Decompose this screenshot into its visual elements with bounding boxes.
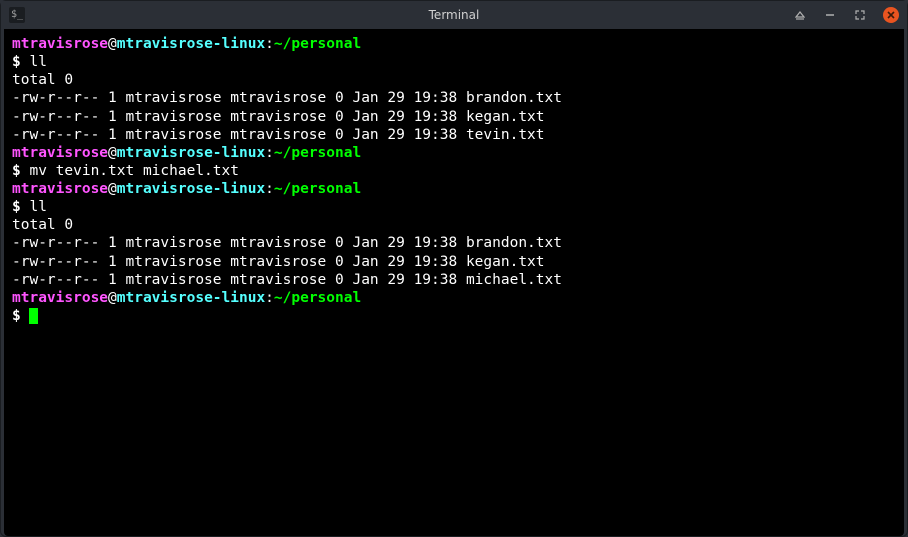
terminal-line: -rw-r--r-- 1 mtravisrose mtravisrose 0 J… (12, 89, 896, 107)
terminal-line: $ mv tevin.txt michael.txt (12, 162, 896, 180)
window-title: Terminal (429, 8, 480, 22)
terminal-line: -rw-r--r-- 1 mtravisrose mtravisrose 0 J… (12, 271, 896, 289)
prompt-at: @ (108, 36, 117, 52)
terminal-line: $ ll (12, 198, 896, 216)
prompt-user: mtravisrose (12, 181, 108, 197)
prompt-host: mtravisrose-linux (117, 290, 265, 306)
prompt-symbol: $ (12, 54, 21, 70)
prompt-colon: : (265, 181, 274, 197)
terminal-line: mtravisrose@mtravisrose-linux:~/personal (12, 289, 896, 307)
close-icon[interactable] (883, 7, 899, 23)
terminal-line: mtravisrose@mtravisrose-linux:~/personal (12, 35, 896, 53)
prompt-colon: : (265, 36, 274, 52)
prompt-host: mtravisrose-linux (117, 181, 265, 197)
prompt-at: @ (108, 145, 117, 161)
prompt-host: mtravisrose-linux (117, 145, 265, 161)
prompt-user: mtravisrose (12, 145, 108, 161)
terminal-line: -rw-r--r-- 1 mtravisrose mtravisrose 0 J… (12, 126, 896, 144)
app-icon-text: $_ (11, 10, 23, 20)
terminal-line: total 0 (12, 216, 896, 234)
command-text: ll (21, 54, 47, 70)
prompt-path: ~/personal (274, 145, 361, 161)
terminal-line: $ ll (12, 53, 896, 71)
terminal-viewport[interactable]: mtravisrose@mtravisrose-linux:~/personal… (4, 29, 904, 536)
terminal-line: -rw-r--r-- 1 mtravisrose mtravisrose 0 J… (12, 234, 896, 252)
prompt-path: ~/personal (274, 181, 361, 197)
prompt-user: mtravisrose (12, 36, 108, 52)
maximize-icon[interactable] (853, 8, 867, 22)
terminal-line: mtravisrose@mtravisrose-linux:~/personal (12, 180, 896, 198)
arrow-up-icon[interactable] (793, 8, 807, 22)
window-controls (793, 7, 899, 23)
titlebar[interactable]: $_ Terminal (1, 1, 907, 29)
prompt-path: ~/personal (274, 290, 361, 306)
command-text: ll (21, 199, 47, 215)
app-icon: $_ (9, 7, 25, 23)
terminal-line: -rw-r--r-- 1 mtravisrose mtravisrose 0 J… (12, 253, 896, 271)
terminal-line: mtravisrose@mtravisrose-linux:~/personal (12, 144, 896, 162)
prompt-symbol: $ (12, 199, 21, 215)
prompt-symbol: $ (12, 308, 29, 324)
terminal-line: total 0 (12, 71, 896, 89)
prompt-path: ~/personal (274, 36, 361, 52)
cursor-block[interactable] (29, 308, 38, 324)
terminal-line: -rw-r--r-- 1 mtravisrose mtravisrose 0 J… (12, 108, 896, 126)
prompt-colon: : (265, 145, 274, 161)
prompt-colon: : (265, 290, 274, 306)
terminal-line: $ (12, 307, 896, 325)
prompt-user: mtravisrose (12, 290, 108, 306)
prompt-at: @ (108, 181, 117, 197)
prompt-host: mtravisrose-linux (117, 36, 265, 52)
command-text: mv tevin.txt michael.txt (21, 163, 239, 179)
prompt-symbol: $ (12, 163, 21, 179)
prompt-at: @ (108, 290, 117, 306)
minimize-icon[interactable] (823, 8, 837, 22)
